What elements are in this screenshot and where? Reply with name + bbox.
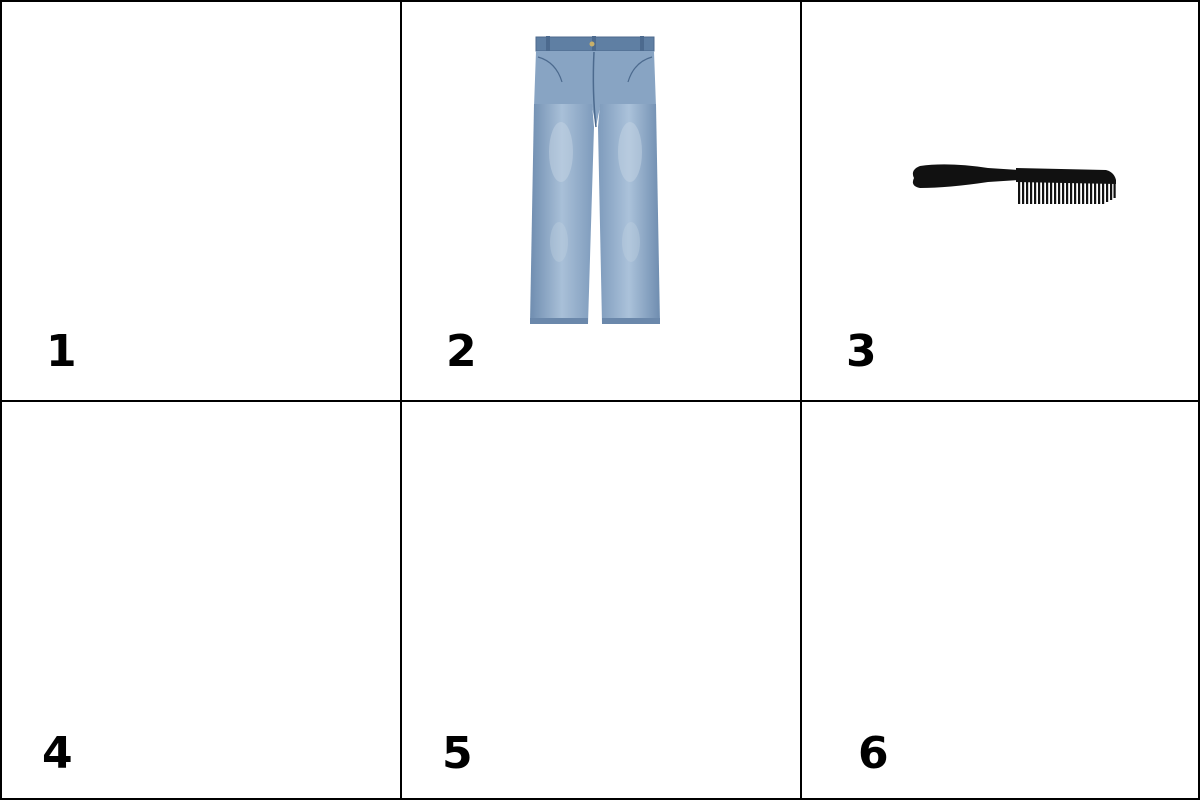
- grid-cell-3[interactable]: 3: [802, 2, 1200, 400]
- grid-cell-4[interactable]: 4: [2, 402, 400, 800]
- cell-number-4: 4: [42, 728, 73, 779]
- jeans-image: [530, 36, 660, 324]
- cell-number-5: 5: [442, 728, 473, 779]
- image-grid: 1 2 3 4 5 6: [0, 0, 1200, 800]
- grid-cell-6[interactable]: 6: [802, 402, 1200, 800]
- cell-number-3: 3: [846, 326, 877, 377]
- grid-cell-2[interactable]: 2: [402, 2, 800, 400]
- grid-cell-5[interactable]: 5: [402, 402, 800, 800]
- grid-cell-1[interactable]: 1: [2, 2, 400, 400]
- cell-number-6: 6: [858, 728, 889, 779]
- comb-image: [912, 164, 1116, 204]
- cell-number-2: 2: [446, 326, 477, 377]
- cell-number-1: 1: [46, 326, 77, 377]
